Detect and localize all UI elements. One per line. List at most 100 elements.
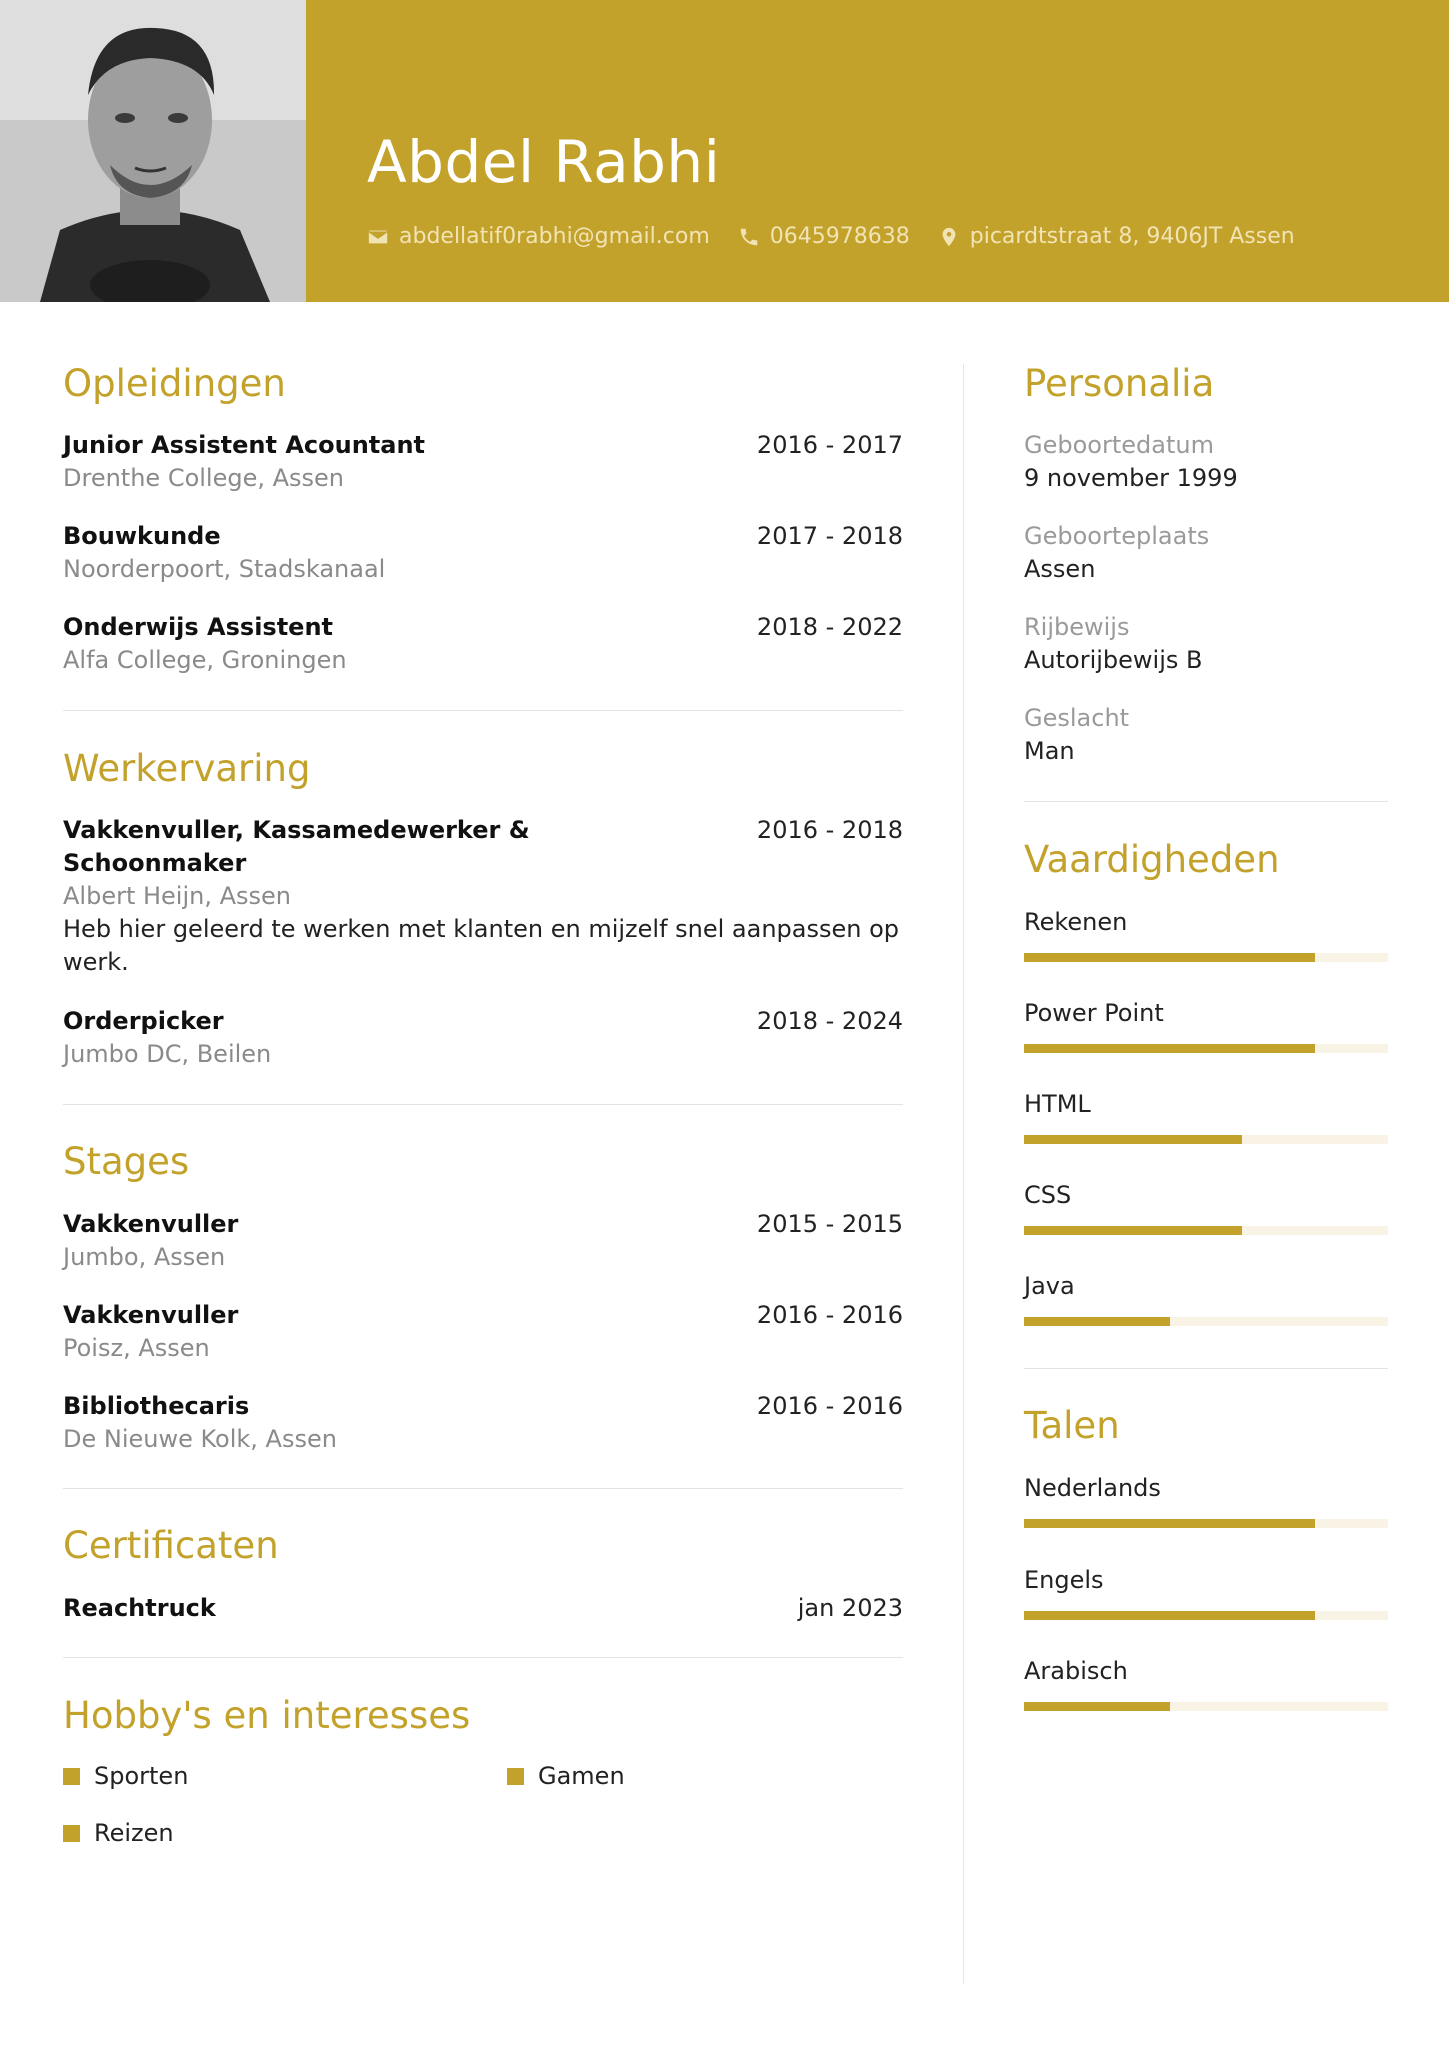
section-title-werkervaring: Werkervaring bbox=[63, 747, 311, 790]
entry-employer: Albert Heijn, Assen bbox=[63, 882, 292, 910]
entry-description-line2: werk. bbox=[63, 948, 129, 976]
hobby-label: Gamen bbox=[538, 1762, 625, 1790]
entry-institution: Jumbo, Assen bbox=[63, 1243, 226, 1271]
entry-date: 2016 - 2018 bbox=[756, 816, 903, 844]
section-title-vaardigheden: Vaardigheden bbox=[1024, 838, 1280, 881]
phone-icon bbox=[740, 228, 758, 245]
personal-item: Rijbewijs Autorijbewijs B bbox=[1024, 611, 1203, 677]
skill-item: HTML bbox=[1024, 1088, 1388, 1144]
personal-item: Geslacht Man bbox=[1024, 702, 1129, 768]
email-text: abdellatif0rabhi@gmail.com bbox=[399, 224, 710, 249]
personal-value: 9 november 1999 bbox=[1024, 464, 1238, 492]
skill-item: CSS bbox=[1024, 1179, 1388, 1235]
internship-item: Bibliothecaris 2016 - 2016 De Nieuwe Kol… bbox=[63, 1390, 903, 1456]
hobby-label: Reizen bbox=[94, 1819, 174, 1847]
language-name: Nederlands bbox=[1024, 1474, 1161, 1502]
language-item: Arabisch bbox=[1024, 1655, 1388, 1711]
section-title-opleidingen: Opleidingen bbox=[63, 362, 286, 405]
skill-bar-fill bbox=[1024, 1226, 1243, 1235]
section-divider bbox=[1024, 801, 1388, 802]
language-name: Arabisch bbox=[1024, 1657, 1128, 1685]
entry-institution: De Nieuwe Kolk, Assen bbox=[63, 1425, 337, 1453]
hobby-item: Gamen bbox=[507, 1762, 625, 1790]
square-bullet-icon bbox=[507, 1767, 524, 1785]
profile-photo-image bbox=[0, 0, 306, 302]
language-bar bbox=[1024, 1519, 1388, 1528]
skill-bar-fill bbox=[1024, 1135, 1243, 1144]
language-bar-fill bbox=[1024, 1702, 1170, 1711]
candidate-name: Abdel Rabhi bbox=[367, 128, 721, 196]
envelope-icon bbox=[368, 230, 388, 243]
language-bar-fill bbox=[1024, 1519, 1316, 1528]
contact-email[interactable]: abdellatif0rabhi@gmail.com bbox=[367, 224, 710, 249]
personal-label: Geboorteplaats bbox=[1024, 522, 1210, 550]
entry-title-line2: Schoonmaker bbox=[63, 849, 247, 877]
skill-bar bbox=[1024, 1226, 1388, 1235]
skill-bar-fill bbox=[1024, 953, 1316, 962]
entry-date: 2016 - 2016 bbox=[756, 1392, 903, 1420]
entry-date: 2016 - 2016 bbox=[756, 1301, 903, 1329]
personal-item: Geboorteplaats Assen bbox=[1024, 520, 1209, 586]
skill-item: Rekenen bbox=[1024, 906, 1388, 962]
personal-value: Autorijbewijs B bbox=[1024, 646, 1203, 674]
entry-institution: Drenthe College, Assen bbox=[63, 464, 345, 492]
contact-address: picardtstraat 8, 9406JT Assen bbox=[938, 224, 1295, 249]
skill-item: Power Point bbox=[1024, 997, 1388, 1053]
skill-bar bbox=[1024, 1044, 1388, 1053]
skill-item: Java bbox=[1024, 1270, 1388, 1326]
skill-name: Java bbox=[1024, 1272, 1075, 1300]
phone-text: 0645978638 bbox=[769, 224, 910, 249]
section-title-stages: Stages bbox=[63, 1140, 190, 1183]
language-name: Engels bbox=[1024, 1566, 1104, 1594]
section-divider bbox=[1024, 1368, 1388, 1369]
skill-name: HTML bbox=[1024, 1090, 1091, 1118]
internship-item: Vakkenvuller 2016 - 2016 Poisz, Assen bbox=[63, 1299, 903, 1365]
work-item: Vakkenvuller, Kassamedewerker & Schoonma… bbox=[63, 814, 903, 979]
work-item: Orderpicker 2018 - 2024 Jumbo DC, Beilen bbox=[63, 1005, 903, 1071]
hobby-item: Sporten bbox=[63, 1762, 188, 1790]
education-item: Bouwkunde 2017 - 2018 Noorderpoort, Stad… bbox=[63, 520, 903, 586]
section-divider bbox=[63, 1104, 903, 1105]
language-bar bbox=[1024, 1702, 1388, 1711]
entry-date: jan 2023 bbox=[797, 1594, 903, 1622]
personal-value: Man bbox=[1024, 737, 1075, 765]
skill-name: CSS bbox=[1024, 1181, 1072, 1209]
personal-label: Geslacht bbox=[1024, 704, 1130, 732]
language-bar-fill bbox=[1024, 1611, 1316, 1620]
entry-date: 2017 - 2018 bbox=[756, 522, 903, 550]
personal-label: Geboortedatum bbox=[1024, 431, 1214, 459]
contact-row: abdellatif0rabhi@gmail.com 0645978638 pi… bbox=[367, 224, 1323, 249]
entry-institution: Alfa College, Groningen bbox=[63, 646, 347, 674]
profile-photo bbox=[0, 0, 306, 302]
entry-date: 2018 - 2022 bbox=[756, 613, 903, 641]
map-pin-icon bbox=[942, 227, 956, 246]
skill-name: Power Point bbox=[1024, 999, 1164, 1027]
language-item: Nederlands bbox=[1024, 1472, 1388, 1528]
skill-bar bbox=[1024, 953, 1388, 962]
skill-bar-fill bbox=[1024, 1317, 1170, 1326]
section-title-hobbys: Hobby's en interesses bbox=[63, 1694, 471, 1737]
hobby-item: Reizen bbox=[63, 1819, 174, 1847]
section-divider bbox=[63, 710, 903, 711]
personal-label: Rijbewijs bbox=[1024, 613, 1130, 641]
entry-employer: Jumbo DC, Beilen bbox=[63, 1040, 272, 1068]
skill-name: Rekenen bbox=[1024, 908, 1128, 936]
education-item: Junior Assistent Acountant 2016 - 2017 D… bbox=[63, 429, 903, 495]
contact-phone[interactable]: 0645978638 bbox=[738, 224, 910, 249]
hobby-label: Sporten bbox=[94, 1762, 189, 1790]
section-divider bbox=[63, 1488, 903, 1489]
column-divider bbox=[963, 364, 964, 1984]
entry-date: 2016 - 2017 bbox=[756, 431, 903, 459]
entry-date: 2018 - 2024 bbox=[756, 1007, 903, 1035]
cv-page: Abdel Rabhi abdellatif0rabhi@gmail.com 0… bbox=[0, 0, 1449, 2046]
language-item: Engels bbox=[1024, 1564, 1388, 1620]
header-banner: Abdel Rabhi abdellatif0rabhi@gmail.com 0… bbox=[0, 0, 1449, 302]
section-title-personalia: Personalia bbox=[1024, 362, 1215, 405]
entry-title: Reachtruck bbox=[63, 1594, 216, 1622]
section-title-talen: Talen bbox=[1024, 1404, 1120, 1447]
skill-bar bbox=[1024, 1135, 1388, 1144]
section-divider bbox=[63, 1657, 903, 1658]
language-bar bbox=[1024, 1611, 1388, 1620]
skill-bar-fill bbox=[1024, 1044, 1316, 1053]
entry-description-line1: Heb hier geleerd te werken met klanten e… bbox=[63, 915, 900, 943]
